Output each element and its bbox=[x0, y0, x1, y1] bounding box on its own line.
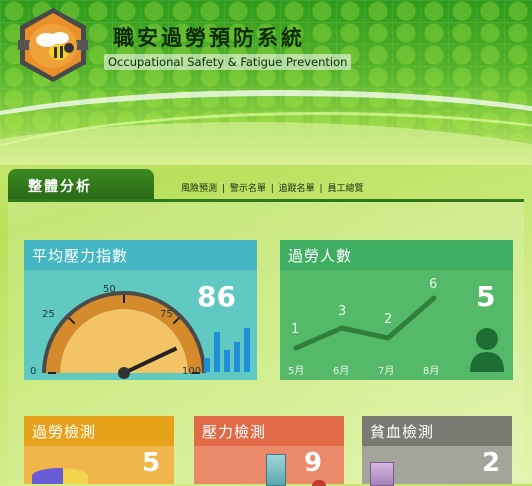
section-tab: 整體分析 bbox=[8, 169, 154, 199]
document-icon bbox=[266, 454, 286, 486]
person-icon bbox=[470, 328, 504, 372]
card-title: 過勞人數 bbox=[288, 247, 353, 265]
app-subtitle: Occupational Safety & Fatigue Prevention bbox=[104, 54, 352, 70]
bee-logo-icon bbox=[18, 8, 88, 82]
gauge-tick-label: 75 bbox=[160, 309, 173, 320]
trend-point-label: 6 bbox=[429, 277, 438, 292]
stress-index-value: 86 bbox=[197, 280, 236, 313]
heart-icon bbox=[312, 480, 326, 486]
card-title: 平均壓力指數 bbox=[32, 247, 129, 265]
stress-test-card[interactable]: 壓力檢測 9 bbox=[194, 416, 344, 486]
gauge-tick-label: 0 bbox=[30, 366, 37, 377]
nav-separator: | bbox=[270, 184, 274, 194]
trend-point-label: 1 bbox=[291, 322, 300, 337]
card-title: 壓力檢測 bbox=[202, 423, 267, 441]
stress-test-value: 9 bbox=[304, 448, 323, 478]
trend-point-label: 2 bbox=[384, 312, 393, 327]
nav-risk-prediction[interactable]: 風險預測 bbox=[180, 184, 218, 194]
gauge-tick-label: 100 bbox=[182, 366, 202, 377]
trend-month-label: 5月 bbox=[288, 366, 305, 377]
stress-index-card[interactable]: 平均壓力指數 0 25 50 75 100 86 bbox=[24, 240, 257, 380]
card-title: 過勞檢測 bbox=[32, 423, 97, 441]
trend-month-label: 8月 bbox=[423, 366, 440, 377]
card-title: 貧血檢測 bbox=[370, 423, 435, 441]
overwork-count-value: 5 bbox=[476, 280, 496, 313]
gauge-tick-label: 50 bbox=[103, 284, 116, 295]
gauge-hub bbox=[118, 367, 130, 379]
bar-chart-icon bbox=[204, 328, 252, 372]
overwork-test-value: 5 bbox=[142, 448, 161, 478]
app-title: 職安過勞預防系統 bbox=[113, 25, 305, 50]
nav-tracking-list[interactable]: 追蹤名單 bbox=[278, 184, 316, 194]
trend-month-label: 6月 bbox=[333, 366, 350, 377]
nav-alert-list[interactable]: 警示名單 bbox=[229, 184, 267, 194]
top-nav: 風險預測 | 警示名單 | 追蹤名單 | 員工總覽 bbox=[180, 181, 364, 194]
section-title: 整體分析 bbox=[28, 179, 92, 195]
nav-separator: | bbox=[319, 184, 323, 194]
trend-point-label: 3 bbox=[338, 304, 347, 319]
nav-employee-overview[interactable]: 員工總覽 bbox=[326, 184, 364, 194]
gauge-tick-label: 25 bbox=[42, 309, 55, 320]
overwork-test-card[interactable]: 過勞檢測 5 bbox=[24, 416, 174, 484]
blood-vial-icon bbox=[370, 462, 394, 486]
trend-line bbox=[293, 295, 437, 351]
trend-month-label: 7月 bbox=[378, 366, 395, 377]
anemia-test-value: 2 bbox=[482, 448, 501, 478]
overwork-count-card[interactable]: 過勞人數 1 3 2 6 5月 6月 7月 8月 5 bbox=[280, 240, 513, 380]
pie-chart-icon bbox=[32, 468, 88, 484]
nav-separator: | bbox=[221, 184, 225, 194]
anemia-test-card[interactable]: 貧血檢測 2 bbox=[362, 416, 512, 486]
